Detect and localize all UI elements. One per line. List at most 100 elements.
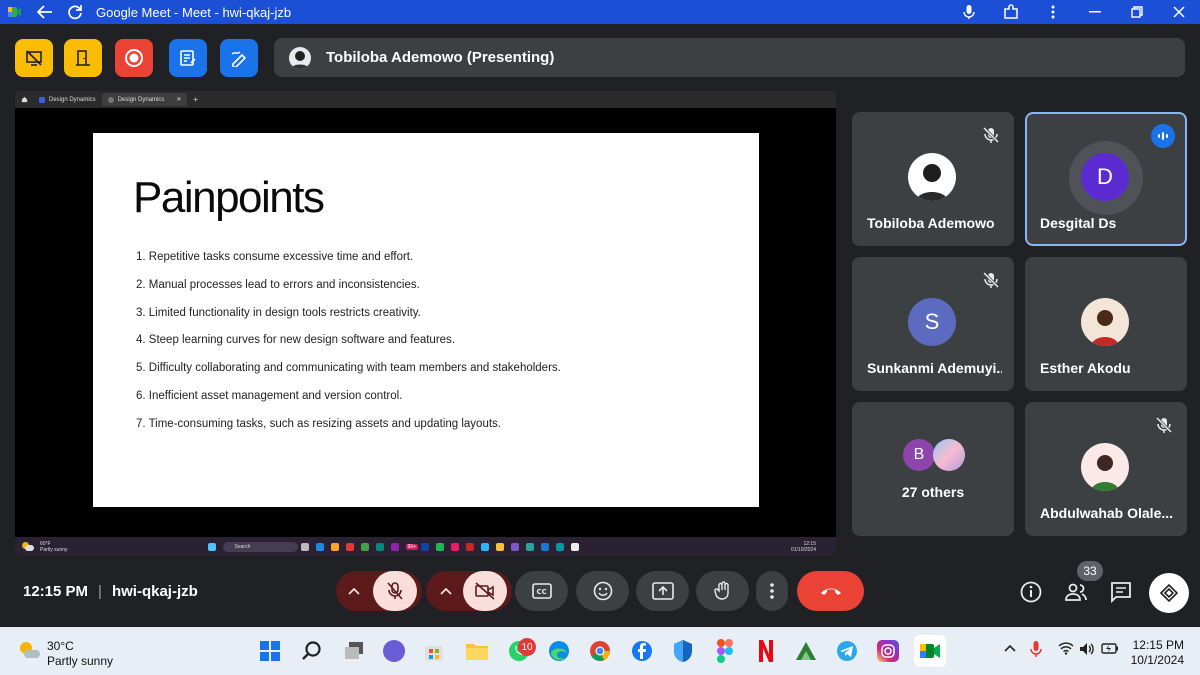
others-tile[interactable]: B 27 others <box>852 402 1014 536</box>
more-vert-icon[interactable] <box>1032 0 1074 24</box>
google-meet-icon[interactable] <box>914 635 946 667</box>
participant-tile[interactable]: Esther Akodu <box>1025 257 1187 391</box>
presenting-label: Tobiloba Ademowo (Presenting) <box>326 49 555 66</box>
telegram-icon[interactable] <box>831 635 863 667</box>
shared-windows-taskbar: 60°F Partly sunny Search 99+ 12:15 01/10… <box>15 537 836 556</box>
reload-icon[interactable] <box>60 0 90 24</box>
task-view-icon[interactable] <box>338 635 370 667</box>
mic-off-icon <box>980 124 1002 146</box>
facebook-icon[interactable] <box>626 635 658 667</box>
presenter-avatar <box>289 46 311 69</box>
camera-toggle-button[interactable] <box>463 571 507 611</box>
app-icon <box>511 542 519 551</box>
back-arrow-icon[interactable] <box>30 0 60 24</box>
mic-toggle-button[interactable] <box>373 571 417 611</box>
chrome-icon <box>360 542 369 551</box>
netflix-icon[interactable] <box>750 635 782 667</box>
mic-in-use-icon[interactable] <box>1030 640 1042 658</box>
slide-item: 3. Limited functionality in design tools… <box>136 306 421 319</box>
presenting-banner: Tobiloba Ademowo (Presenting) <box>274 38 1185 77</box>
slide-item: 2. Manual processes lead to errors and i… <box>136 278 420 291</box>
participant-tile-speaking[interactable]: D Desgital Ds <box>1025 112 1187 246</box>
whatsapp-badge: 10 <box>518 638 536 656</box>
present-screen-button[interactable] <box>636 571 689 611</box>
windows-taskbar: 30°C Partly sunny 10 12:15 PM 10/1/2024 <box>0 627 1200 675</box>
store-icon <box>345 542 354 551</box>
mini-search-box: Search <box>222 541 298 552</box>
camera-options-chevron-icon[interactable] <box>440 587 452 595</box>
taskbar-clock[interactable]: 12:15 PM 10/1/2024 <box>1130 638 1184 668</box>
tab-close-icon: ✕ <box>176 97 182 103</box>
close-icon[interactable] <box>1158 0 1200 24</box>
participant-name: Tobiloba Ademowo <box>867 215 995 231</box>
shared-tab-1: Design Dynamics <box>33 93 102 106</box>
minimize-icon[interactable] <box>1074 0 1116 24</box>
restore-icon[interactable] <box>1116 0 1158 24</box>
whiteboard-button[interactable] <box>220 39 258 77</box>
raise-hand-button[interactable] <box>696 571 749 611</box>
door-icon-button[interactable] <box>64 39 102 77</box>
meeting-time: 12:15 PM <box>23 583 89 600</box>
participant-avatar: S <box>908 298 956 346</box>
home-icon <box>15 96 33 103</box>
participant-avatar: D <box>1081 153 1129 201</box>
edge-icon <box>375 542 384 551</box>
explorer-icon <box>330 542 339 551</box>
record-button[interactable] <box>115 39 153 77</box>
wifi-icon[interactable] <box>1058 642 1074 655</box>
photoshop-icon <box>421 542 429 551</box>
figma-icon[interactable] <box>709 635 741 667</box>
meet-app-icon[interactable] <box>378 635 410 667</box>
task-view-icon <box>300 542 309 551</box>
weather-icon <box>16 639 42 661</box>
netflix-icon <box>466 542 474 551</box>
mini-badge: 99+ <box>405 543 418 550</box>
participant-tile[interactable]: Abdulwahab Olale... <box>1025 402 1187 536</box>
vector-app-icon[interactable] <box>790 635 822 667</box>
chevron-up-icon[interactable] <box>1004 644 1016 652</box>
meeting-details-icon[interactable] <box>1019 580 1043 604</box>
stop-presenting-button[interactable] <box>15 39 53 77</box>
microphone-icon[interactable] <box>948 0 990 24</box>
file-explorer-icon[interactable] <box>461 635 493 667</box>
app-icon <box>556 542 564 551</box>
extensions-icon[interactable] <box>990 0 1032 24</box>
app-icon <box>541 542 549 551</box>
mic-options-chevron-icon[interactable] <box>348 587 360 595</box>
people-icon[interactable] <box>1064 580 1088 604</box>
participant-name: Sunkanmi Ademuyi... <box>867 360 1002 376</box>
taskbar-weather[interactable]: 30°C Partly sunny <box>47 639 113 669</box>
edge-icon[interactable] <box>543 635 575 667</box>
participant-tile[interactable]: S Sunkanmi Ademuyi... <box>852 257 1014 391</box>
participant-tile[interactable]: Tobiloba Ademowo <box>852 112 1014 246</box>
defender-shield-icon[interactable] <box>667 635 699 667</box>
meeting-code: hwi-qkaj-jzb <box>111 583 198 600</box>
emoji-reactions-button[interactable] <box>576 571 629 611</box>
instagram-icon[interactable] <box>872 635 904 667</box>
participant-name: Abdulwahab Olale... <box>1040 505 1174 521</box>
meet-app-icon <box>0 0 30 24</box>
battery-charging-icon[interactable] <box>1101 643 1119 654</box>
participant-name: Esther Akodu <box>1040 360 1131 376</box>
mini-weather: 60°F Partly sunny <box>40 540 68 553</box>
participant-avatar <box>1081 298 1129 346</box>
volume-icon[interactable] <box>1079 642 1095 656</box>
leave-call-button[interactable] <box>797 571 864 611</box>
search-icon[interactable] <box>296 635 328 667</box>
mini-clock: 12:15 01/10/2024 <box>790 540 816 553</box>
app-icon <box>571 542 579 551</box>
shared-screen: Design Dynamics Design Dynamics ✕ + Pain… <box>15 91 836 556</box>
start-icon[interactable] <box>254 635 286 667</box>
shared-browser-tabbar: Design Dynamics Design Dynamics ✕ + <box>15 91 836 108</box>
participant-avatar <box>1081 443 1129 491</box>
meet-icon <box>315 542 324 551</box>
activities-button[interactable] <box>1149 573 1189 613</box>
more-options-button[interactable] <box>756 571 788 611</box>
others-count: 27 others <box>901 484 965 500</box>
notes-button[interactable] <box>169 39 207 77</box>
chrome-icon[interactable] <box>584 635 616 667</box>
store-icon[interactable] <box>418 635 450 667</box>
people-count-badge: 33 <box>1077 561 1103 581</box>
captions-button[interactable]: CC <box>515 571 568 611</box>
chat-icon[interactable] <box>1109 580 1133 604</box>
